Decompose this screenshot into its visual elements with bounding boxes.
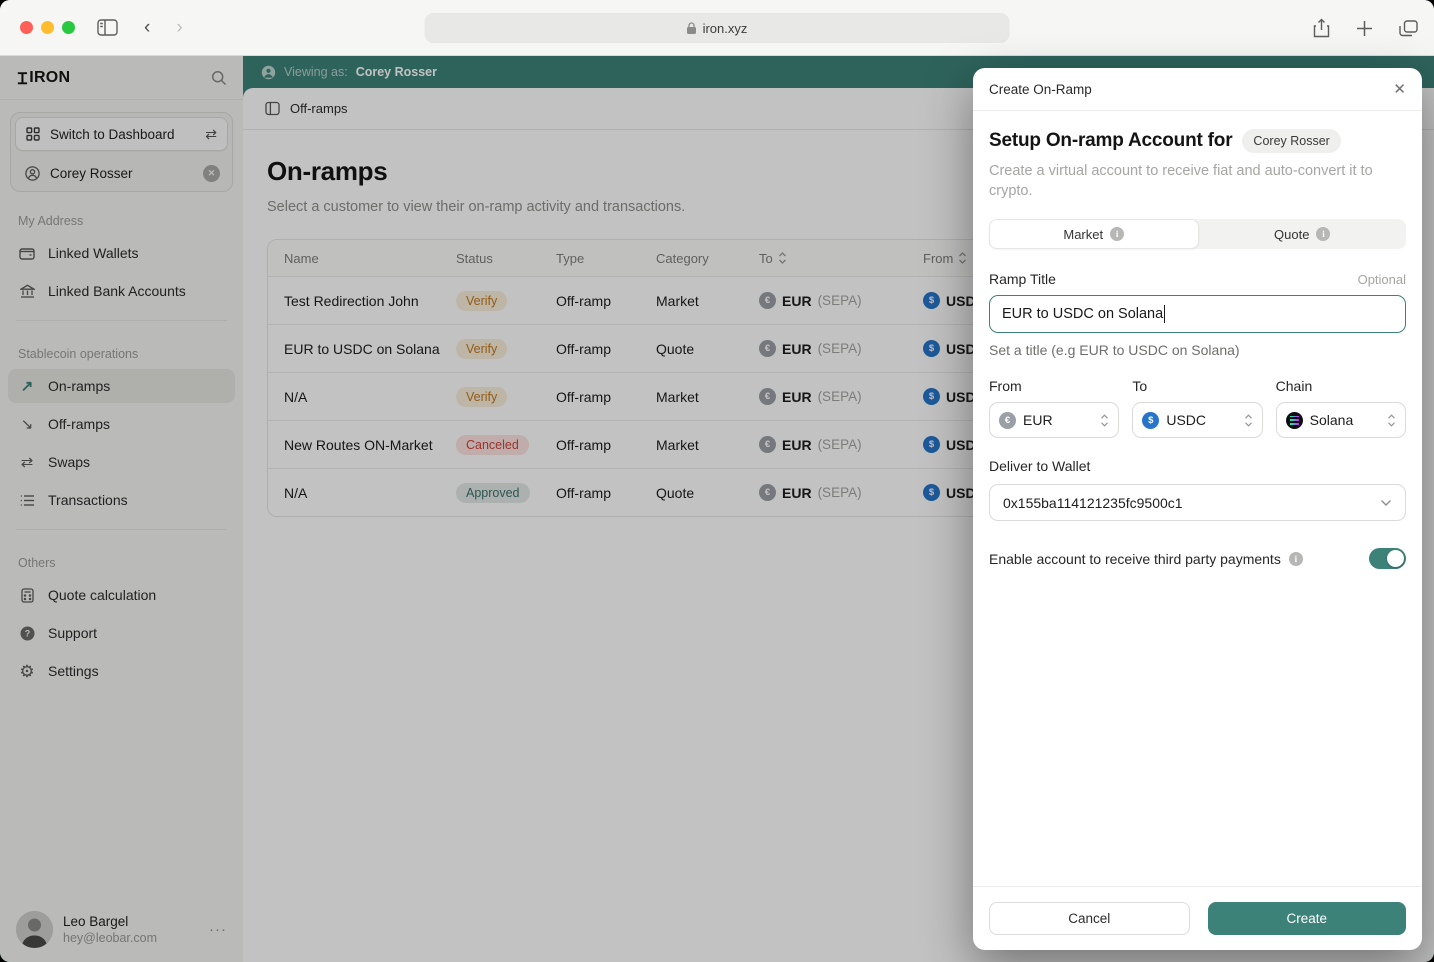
share-icon[interactable] (1313, 18, 1330, 38)
tab-market[interactable]: Market i (989, 219, 1199, 250)
modal-description: Create a virtual account to receive fiat… (989, 163, 1373, 199)
from-label: From (989, 378, 1022, 395)
window-controls (20, 21, 75, 34)
chevron-up-down-icon (1244, 413, 1253, 427)
chevron-up-down-icon (1387, 413, 1396, 427)
ramp-title-label: Ramp Title (989, 271, 1056, 288)
to-label: To (1132, 378, 1148, 395)
create-on-ramp-modal: Create On-Ramp ✕ Setup On-ramp Account f… (973, 68, 1422, 950)
modal-title: Create On-Ramp (989, 81, 1092, 97)
tab-quote[interactable]: Quote i (1199, 219, 1407, 249)
back-icon[interactable]: ‹ (144, 17, 150, 39)
deliver-to-wallet-label: Deliver to Wallet (989, 458, 1091, 475)
url-text: iron.xyz (702, 20, 748, 36)
optional-label: Optional (1357, 271, 1406, 287)
market-quote-tabs: Market i Quote i (989, 219, 1407, 250)
zoom-window-button[interactable] (62, 21, 75, 34)
usdc-icon: $ (1142, 411, 1160, 429)
create-button[interactable]: Create (1207, 902, 1406, 935)
browser-sidebar-toggle-icon[interactable] (97, 19, 118, 36)
to-select[interactable]: $ USDC (1132, 402, 1263, 439)
wallet-select[interactable]: 0x155ba114121235fc9500c1 (989, 484, 1406, 522)
close-icon[interactable]: ✕ (1393, 80, 1406, 98)
from-select[interactable]: € EUR (989, 402, 1120, 439)
chevron-down-icon (1380, 499, 1392, 507)
browser-chrome: ‹ › iron.xyz (0, 0, 1434, 56)
ramp-title-input[interactable]: EUR to USDC on Solana (989, 295, 1406, 334)
chain-select[interactable]: Solana (1275, 402, 1406, 439)
third-party-payments-toggle[interactable] (1369, 548, 1406, 570)
close-window-button[interactable] (20, 21, 33, 34)
chevron-up-down-icon (1100, 413, 1109, 427)
info-icon: i (1288, 551, 1303, 566)
forward-icon[interactable]: › (176, 17, 182, 39)
third-party-payments-label: Enable account to receive third party pa… (989, 550, 1281, 567)
new-tab-icon[interactable] (1356, 20, 1373, 37)
browser-window: ‹ › iron.xyz Ɪ IRON Switch to Dashboard … (0, 0, 1434, 962)
text-cursor (1164, 305, 1166, 324)
solana-icon (1285, 411, 1303, 429)
ramp-title-helper: Set a title (e.g EUR to USDC on Solana) (989, 342, 1240, 359)
customer-badge: Corey Rosser (1242, 129, 1341, 153)
info-icon: i (1316, 227, 1331, 242)
chain-label: Chain (1275, 378, 1313, 395)
tab-overview-icon[interactable] (1399, 19, 1418, 37)
address-bar[interactable]: iron.xyz (424, 13, 1010, 43)
info-icon: i (1110, 227, 1125, 242)
lock-icon (687, 22, 697, 34)
cancel-button[interactable]: Cancel (989, 902, 1190, 935)
eur-icon: € (999, 411, 1016, 429)
minimize-window-button[interactable] (41, 21, 54, 34)
modal-heading: Setup On-ramp Account for (989, 130, 1233, 151)
